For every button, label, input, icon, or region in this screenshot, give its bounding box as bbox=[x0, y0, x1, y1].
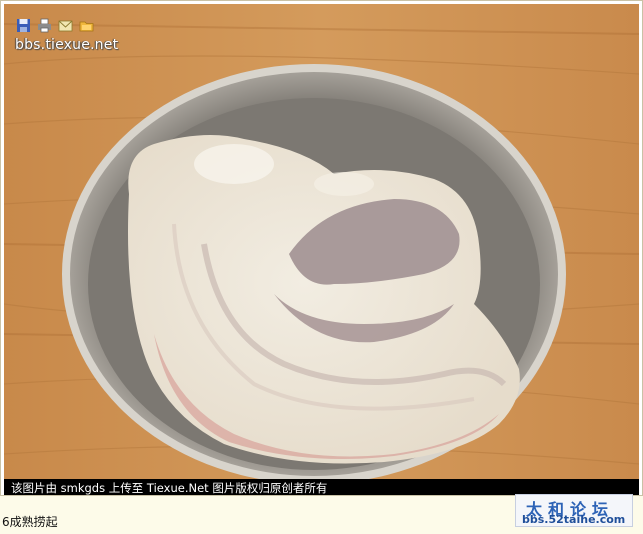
print-icon[interactable] bbox=[36, 17, 53, 34]
logo-url: bbs.52taihe.com bbox=[522, 513, 626, 526]
folder-icon[interactable] bbox=[78, 17, 95, 34]
photo-boiled-pork-in-bowl bbox=[4, 4, 639, 492]
image-frame: bbs.tiexue.net 该图片由 smkgds 上传至 Tiexue.Ne… bbox=[0, 0, 643, 496]
upload-caption-bar: 该图片由 smkgds 上传至 Tiexue.Net 图片版权归原创者所有 bbox=[4, 479, 639, 495]
email-icon[interactable] bbox=[57, 17, 74, 34]
image-toolbar bbox=[15, 17, 95, 34]
upload-caption-text: 该图片由 smkgds 上传至 Tiexue.Net 图片版权归原创者所有 bbox=[11, 481, 328, 495]
save-icon[interactable] bbox=[15, 17, 32, 34]
taihe-forum-logo: 太和论坛 bbs.52taihe.com bbox=[515, 494, 633, 527]
post-text: 6成熟捞起 bbox=[2, 515, 58, 529]
tiexue-watermark: bbs.tiexue.net bbox=[15, 37, 119, 53]
